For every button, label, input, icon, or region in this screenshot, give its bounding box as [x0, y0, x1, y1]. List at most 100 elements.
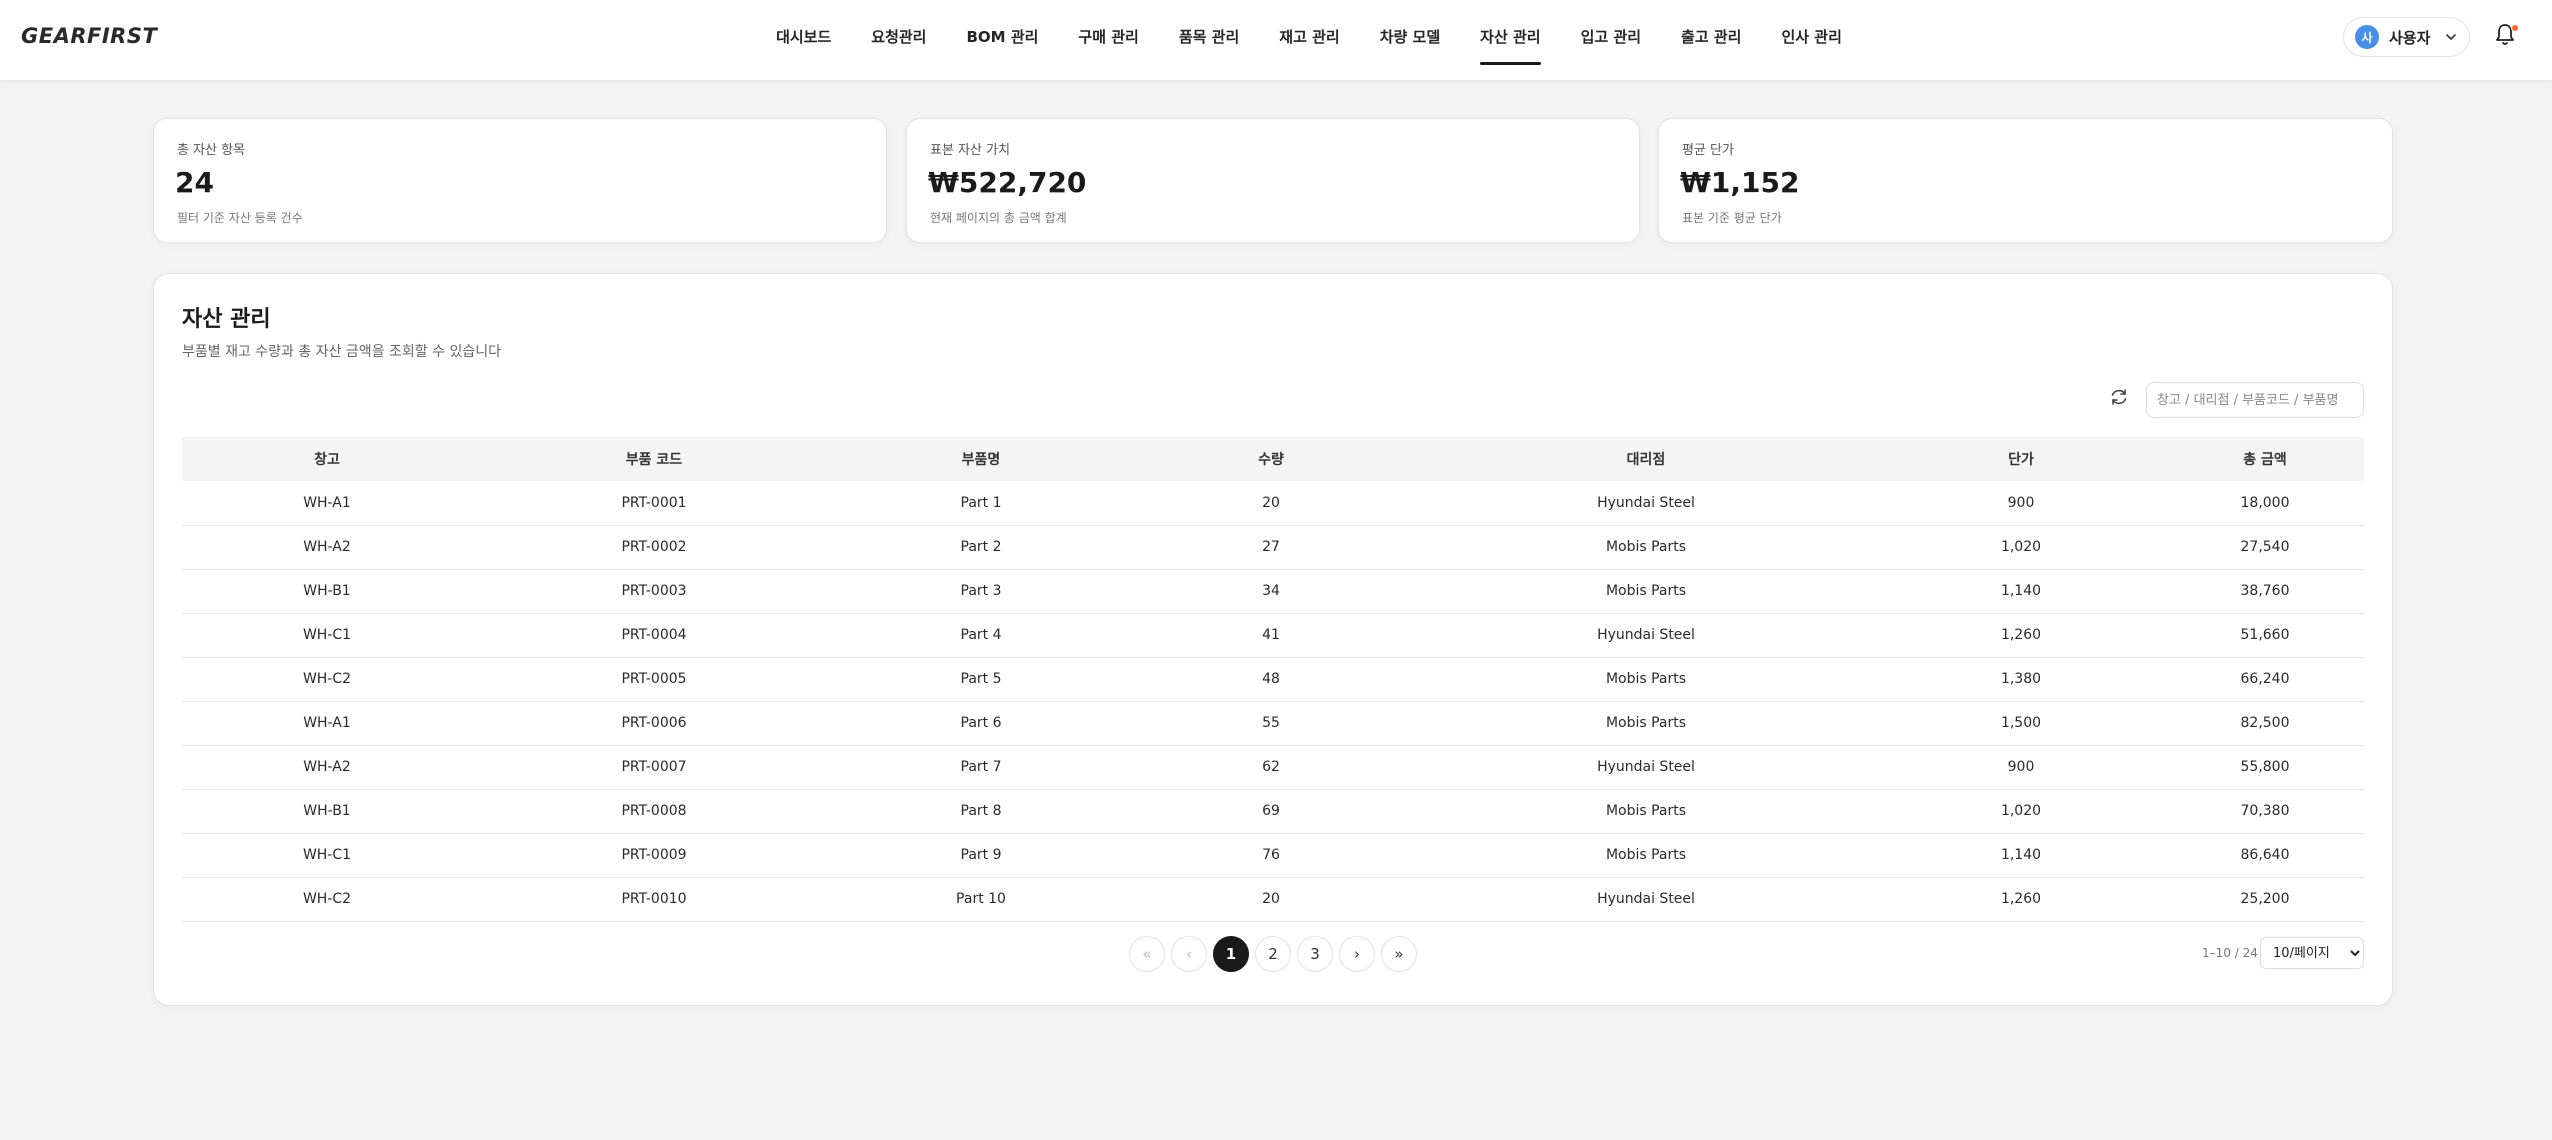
table-cell: 1,260 — [2000, 627, 2042, 643]
table-cell: 48 — [1262, 671, 1280, 687]
table-cell: 900 — [2007, 494, 2035, 511]
table-cell: 86,640 — [2240, 847, 2290, 863]
table-row[interactable]: WH-C1 PRT-0004 Part 4 41 Hyundai Steel 1,260 5… — [182, 613, 2364, 657]
nav-item[interactable]: 대시보드 — [776, 0, 831, 81]
table-cell: Hyundai Steel — [1597, 627, 1695, 643]
table-cell: 900 — [2007, 759, 2035, 775]
avatar: 사 — [2355, 25, 2379, 49]
table-body: WH-A1 PRT-0001 Part 1 20 Hyundai Steel 900 18,… — [182, 481, 2364, 921]
notification-dot — [2511, 24, 2519, 32]
table-cell: Mobis Parts — [1605, 583, 1687, 599]
top-navigation-bar: GEARFIRST 대시보드 요청관리 BOM 관리 구매 관리 품목 관리 재고 관리 차… — [0, 0, 2552, 81]
page-title: 자산 관리 — [182, 307, 271, 332]
table-cell: 34 — [1262, 583, 1280, 599]
page-button[interactable]: 2 — [1255, 936, 1291, 972]
stat-label: 평균 단가 — [1682, 143, 1734, 158]
table-cell: 1,140 — [2000, 583, 2042, 599]
nav-item[interactable]: 차량 모델 — [1380, 0, 1440, 81]
nav-item[interactable]: 요청관리 — [871, 0, 926, 81]
table-header: 창고 부품 코드 부품명 수량 대리점 단가 총 금액 — [182, 437, 2364, 481]
table-cell: 1,380 — [2000, 671, 2042, 687]
table-cell: Part 5 — [960, 671, 1002, 687]
table-cell: 51,660 — [2240, 627, 2290, 643]
table-cell: Mobis Parts — [1605, 847, 1687, 863]
page-description: 부품별 재고 수량과 총 자산 금액을 조회할 수 있습니다 — [182, 344, 501, 360]
table-cell: 1,260 — [2000, 891, 2042, 907]
table-cell: PRT-0001 — [621, 494, 687, 511]
nav-item[interactable]: 품목 관리 — [1179, 0, 1239, 81]
refresh-icon[interactable] — [2108, 386, 2130, 408]
stat-label: 총 자산 항목 — [177, 143, 246, 158]
first-page-button[interactable]: « — [1129, 936, 1165, 972]
page-size-select[interactable]: 10/페이지 — [2260, 937, 2364, 969]
table-cell: 55 — [1262, 715, 1280, 731]
table-cell: Part 1 — [960, 494, 1002, 511]
column-header: 총 금액 — [2243, 452, 2287, 468]
column-header: 부품명 — [961, 452, 1001, 468]
chevron-down-icon — [2446, 34, 2457, 40]
table-cell: WH-B1 — [303, 583, 351, 599]
stat-card-total-items: 총 자산 항목 24 필터 기준 자산 등록 건수 — [153, 118, 887, 243]
table-row[interactable]: WH-C1 PRT-0009 Part 9 76 Mobis Parts 1,140 86,… — [182, 833, 2364, 877]
main-nav: 대시보드 요청관리 BOM 관리 구매 관리 품목 관리 재고 관리 차량 모델 자산 관리 입… — [0, 0, 2552, 81]
next-page-button[interactable]: › — [1339, 936, 1375, 972]
column-header: 부품 코드 — [625, 452, 683, 468]
table-row[interactable]: WH-A2 PRT-0007 Part 7 62 Hyundai Steel 900 55,… — [182, 745, 2364, 789]
table-cell: Part 4 — [960, 627, 1002, 643]
table-cell: 1,500 — [2000, 715, 2042, 731]
nav-item[interactable]: 입고 관리 — [1581, 0, 1641, 81]
table-cell: PRT-0003 — [621, 583, 687, 599]
nav-item[interactable]: 자산 관리 — [1480, 0, 1542, 81]
nav-item[interactable]: 출고 관리 — [1681, 0, 1741, 81]
stat-value: ₩522,720 — [928, 166, 1087, 199]
prev-page-button[interactable]: ‹ — [1171, 936, 1207, 972]
main-nav-items: 대시보드 요청관리 BOM 관리 구매 관리 품목 관리 재고 관리 차량 모델 자산 관리 입… — [776, 0, 1842, 81]
table-cell: PRT-0008 — [621, 803, 687, 819]
column-header: 창고 — [314, 452, 340, 468]
table-row[interactable]: WH-A1 PRT-0001 Part 1 20 Hyundai Steel 900 18,… — [182, 481, 2364, 525]
table-cell: PRT-0002 — [621, 539, 687, 555]
table-cell: 70,380 — [2240, 803, 2290, 819]
table-cell: Part 8 — [960, 803, 1002, 819]
column-header: 대리점 — [1626, 452, 1666, 468]
table-cell: 1,020 — [2000, 803, 2042, 819]
page-button[interactable]: 1 — [1213, 936, 1249, 972]
user-name: 사용자 — [2389, 28, 2431, 47]
table-row[interactable]: WH-C2 PRT-0010 Part 10 20 Hyundai Steel 1,260… — [182, 877, 2364, 921]
table-cell: Mobis Parts — [1605, 803, 1687, 819]
table-cell: WH-A2 — [303, 759, 351, 775]
table-row[interactable]: WH-B1 PRT-0008 Part 8 69 Mobis Parts 1,020 70,… — [182, 789, 2364, 833]
last-page-button[interactable]: » — [1381, 936, 1417, 972]
table-cell: PRT-0010 — [621, 891, 687, 907]
table-cell: 25,200 — [2240, 891, 2290, 907]
table-cell: PRT-0004 — [621, 627, 687, 643]
table-cell: WH-C1 — [302, 627, 352, 643]
table-cell: PRT-0007 — [621, 759, 687, 775]
table-row[interactable]: WH-B1 PRT-0003 Part 3 34 Mobis Parts 1,140 38,… — [182, 569, 2364, 613]
table-row[interactable]: WH-A2 PRT-0002 Part 2 27 Mobis Parts 1,020 27,… — [182, 525, 2364, 569]
table-cell: WH-A1 — [303, 715, 351, 731]
pagination-range: 1–10 / 24 — [2202, 946, 2258, 960]
notification-bell-icon[interactable] — [2493, 22, 2519, 48]
table-cell: 66,240 — [2240, 671, 2290, 687]
table-row[interactable]: WH-C2 PRT-0005 Part 5 48 Mobis Parts 1,380 66,… — [182, 657, 2364, 701]
table-cell: 20 — [1262, 494, 1280, 511]
table-cell: 55,800 — [2240, 759, 2290, 775]
table-cell: Mobis Parts — [1605, 671, 1687, 687]
stat-subtext: 표본 기준 평균 단가 — [1682, 211, 1782, 225]
search-input[interactable] — [2146, 382, 2364, 418]
table-row[interactable]: WH-A1 PRT-0006 Part 6 55 Mobis Parts 1,500 82,… — [182, 701, 2364, 745]
pagination: «‹ 1 2 3 ›» — [1129, 936, 1417, 972]
table-cell: WH-C1 — [302, 847, 352, 863]
table-cell: 20 — [1262, 891, 1280, 907]
nav-item[interactable]: 구매 관리 — [1078, 0, 1138, 81]
table-cell: WH-A1 — [303, 494, 351, 511]
nav-item[interactable]: 인사 관리 — [1781, 0, 1841, 81]
table-cell: Part 10 — [956, 891, 1006, 907]
nav-item[interactable]: 재고 관리 — [1279, 0, 1339, 81]
stat-label: 표본 자산 가치 — [930, 143, 1011, 158]
user-menu-button[interactable]: 사 사용자 — [2343, 17, 2470, 57]
table-cell: 1,020 — [2000, 539, 2042, 555]
page-button[interactable]: 3 — [1297, 936, 1333, 972]
nav-item[interactable]: BOM 관리 — [966, 0, 1038, 81]
